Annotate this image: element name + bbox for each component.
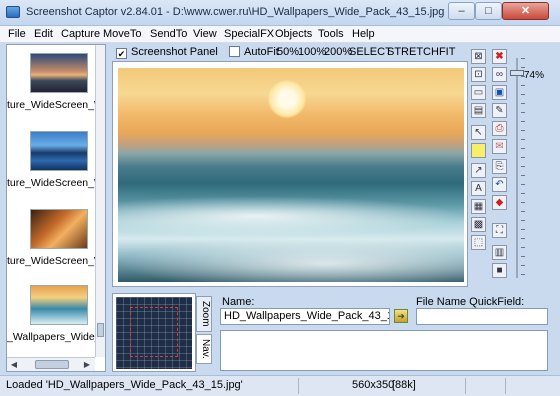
pointer-icon[interactable]: ↖ (471, 125, 486, 140)
status-divider (298, 378, 299, 394)
menu-help[interactable]: Help (352, 28, 375, 40)
window-title: Screenshot Captor v2.84.01 - D:\www.cwer… (26, 6, 445, 18)
effects-icon[interactable]: ◆ (492, 195, 507, 210)
menu-tools[interactable]: Tools (318, 28, 344, 40)
grid-icon[interactable]: ▥ (492, 245, 507, 260)
zoom-level-label: 74% (524, 70, 545, 81)
zoom-200-link[interactable]: 200% (324, 46, 352, 60)
wave-foam (118, 236, 464, 282)
menu-bar: File Edit Capture MoveTo SendTo View Spe… (0, 26, 560, 43)
image-icon[interactable]: ▦ (471, 199, 486, 214)
minimize-button[interactable]: – (448, 2, 475, 20)
navigator-panel (112, 293, 196, 372)
status-bar: Loaded 'HD_Wallpapers_Wide_Pack_43_15.jp… (0, 375, 560, 396)
thumbnail-image[interactable] (30, 209, 88, 249)
thumbnail-vertical-scrollbar[interactable] (95, 45, 105, 357)
highlight-icon[interactable] (471, 143, 486, 158)
thumbnail-panel: ture_WideScreen_W ture_WideScreen_W ture… (6, 44, 106, 372)
menu-objects[interactable]: Objects (275, 28, 312, 40)
zoom-slider-track[interactable] (516, 58, 518, 278)
thumbnail-label[interactable]: _Wallpapers_Wide_ (7, 331, 97, 343)
screenshot-panel-option[interactable]: ✔ Screenshot Panel (116, 46, 218, 60)
menu-specialfx[interactable]: SpecialFX (224, 28, 274, 40)
wave-foam (118, 196, 464, 236)
thumbnail-label[interactable]: ture_WideScreen_W (7, 177, 97, 189)
app-icon (6, 6, 20, 18)
menu-sendto[interactable]: SendTo (150, 28, 187, 40)
print-icon[interactable]: ⎙ (492, 121, 507, 136)
maximize-button[interactable]: □ (475, 2, 502, 20)
quickfield-label: File Name QuickField: (416, 296, 525, 308)
status-size: [88k] (392, 379, 416, 391)
tab-zoom[interactable]: Zoom (196, 296, 212, 332)
shape-icon[interactable]: ■ (492, 263, 507, 278)
delete-icon[interactable]: ✖ (492, 49, 507, 64)
quickfield-input[interactable] (416, 308, 548, 325)
sun-graphic (268, 80, 306, 118)
region-icon[interactable]: ▤ (471, 103, 486, 118)
browse-icon[interactable]: ➜ (394, 309, 408, 323)
menu-capture[interactable]: Capture (61, 28, 100, 40)
status-divider (465, 378, 466, 394)
zoom-slider-thumb[interactable] (510, 70, 524, 76)
notes-textarea[interactable] (220, 330, 548, 371)
navigator-preview[interactable] (116, 297, 192, 369)
title-bar: Screenshot Captor v2.84.01 - D:\www.cwer… (0, 0, 560, 26)
menu-moveto[interactable]: MoveTo (103, 28, 142, 40)
zoom-100-link[interactable]: 100% (298, 46, 326, 60)
scrollbar-thumb[interactable] (97, 323, 104, 337)
link-icon[interactable]: ∞ (492, 67, 507, 82)
status-message: Loaded 'HD_Wallpapers_Wide_Pack_43_15.jp… (6, 379, 243, 391)
text-icon[interactable]: A (471, 181, 486, 196)
window-icon[interactable]: ▭ (471, 85, 486, 100)
screenshot-image[interactable] (118, 68, 464, 282)
stretchfit-link[interactable]: STRETCHFIT (387, 46, 455, 60)
select-region-icon[interactable]: ⬚ (471, 235, 486, 250)
menu-file[interactable]: File (8, 28, 26, 40)
menu-edit[interactable]: Edit (34, 28, 53, 40)
name-field[interactable]: HD_Wallpapers_Wide_Pack_43_15 (220, 308, 390, 325)
drawing-toolbar: ⊠ ⊡ ▭ ▤ ↖ ↗ A ▦ ▩ ⬚ (470, 47, 488, 251)
autofit-option[interactable]: AutoFit (229, 46, 279, 60)
tab-nav[interactable]: Nav. (196, 334, 212, 364)
tab-nav-label: Nav. (200, 339, 211, 359)
thumbnail-label[interactable]: ture_WideScreen_W (7, 99, 97, 111)
autofit-checkbox[interactable] (229, 46, 240, 57)
edit-icon[interactable]: ✎ (492, 103, 507, 118)
email-icon[interactable]: ✉ (492, 139, 507, 154)
status-dimensions: 560x350 (352, 379, 395, 391)
crop-icon[interactable]: ⊠ (471, 49, 486, 64)
zoom-50-link[interactable]: 50% (277, 46, 299, 60)
autofit-label: AutoFit (244, 46, 279, 58)
fit-icon[interactable]: ⛶ (492, 223, 507, 238)
resize-icon[interactable]: ⊡ (471, 67, 486, 82)
name-label: Name: (222, 296, 255, 308)
scroll-left-icon[interactable]: ◀ (8, 359, 20, 370)
blur-icon[interactable]: ▩ (471, 217, 486, 232)
action-toolbar: ✖ ∞ ▣ ✎ ⎙ ✉ ⎘ ↶ ◆ ⛶ ▥ ■ (491, 47, 509, 279)
zoom-slider-ticks (521, 58, 525, 278)
arrow-icon[interactable]: ↗ (471, 163, 486, 178)
screenshot-view (112, 61, 468, 287)
thumbnail-image[interactable] (30, 131, 88, 171)
scrollbar-thumb[interactable] (35, 360, 69, 369)
status-divider (505, 378, 506, 394)
undo-icon[interactable]: ↶ (492, 177, 507, 192)
screenshot-panel-label: Screenshot Panel (131, 46, 218, 58)
thumbnail-horizontal-scrollbar[interactable]: ◀ ▶ (7, 357, 95, 371)
scroll-right-icon[interactable]: ▶ (81, 359, 93, 370)
select-link[interactable]: SELECT (349, 46, 392, 60)
thumbnail-label[interactable]: ture_WideScreen_W (7, 255, 97, 267)
close-button[interactable]: ✕ (502, 2, 549, 20)
screenshot-panel-checkbox[interactable]: ✔ (116, 48, 127, 59)
menu-view[interactable]: View (193, 28, 217, 40)
clipboard-icon[interactable]: ⎘ (492, 159, 507, 174)
save-icon[interactable]: ▣ (492, 85, 507, 100)
tab-zoom-label: Zoom (200, 301, 211, 327)
thumbnail-image[interactable] (30, 53, 88, 93)
thumbnail-image[interactable] (30, 285, 88, 325)
navigator-viewport[interactable] (130, 307, 178, 357)
